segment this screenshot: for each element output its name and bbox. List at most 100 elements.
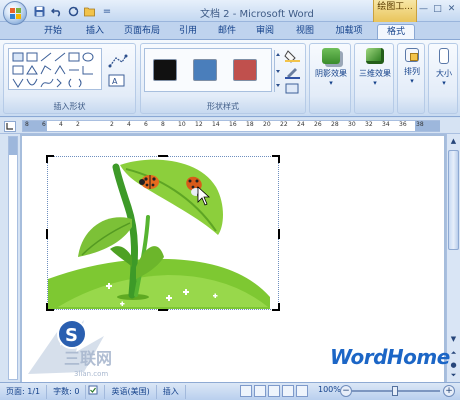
resize-handle-top-right[interactable] bbox=[272, 155, 280, 163]
ribbon: A 插入形状 形状样式 阴影效果 ▾ 三维效果 ▾ 排列 ▾ 大小 ▾ bbox=[0, 39, 460, 117]
scroll-up-icon[interactable]: ▲ bbox=[448, 136, 459, 148]
print-layout-icon[interactable] bbox=[240, 385, 252, 397]
tab-view[interactable]: 视图 bbox=[290, 24, 320, 39]
zoom-out-button[interactable]: − bbox=[340, 385, 352, 397]
shapes-gallery[interactable] bbox=[8, 48, 102, 90]
next-page-icon[interactable]: ⏷ bbox=[448, 370, 459, 382]
resize-handle-right[interactable] bbox=[278, 229, 280, 239]
status-language[interactable]: 英语(美国) bbox=[105, 384, 157, 399]
shadow-dropdown-icon: ▾ bbox=[329, 79, 333, 87]
three-d-dropdown-icon: ▾ bbox=[373, 79, 377, 87]
edit-shape-icon[interactable] bbox=[108, 54, 128, 68]
svg-text:三联网: 三联网 bbox=[64, 349, 112, 368]
ruler-tick-label: 8 bbox=[161, 121, 165, 128]
outline-icon[interactable] bbox=[282, 385, 294, 397]
open-icon[interactable] bbox=[83, 4, 97, 18]
resize-handle-bottom[interactable] bbox=[158, 309, 168, 311]
ruler-tick-label: 36 bbox=[399, 121, 407, 128]
ruler-tick-label: 2 bbox=[110, 121, 114, 128]
tab-review[interactable]: 审阅 bbox=[250, 24, 280, 39]
size-icon bbox=[439, 48, 449, 64]
office-logo-icon bbox=[10, 8, 21, 19]
view-buttons bbox=[240, 385, 308, 397]
dropdown-icon[interactable]: = bbox=[100, 4, 114, 18]
vertical-ruler[interactable] bbox=[0, 134, 20, 382]
style-swatch-blue[interactable] bbox=[193, 59, 217, 81]
resize-handle-top-left[interactable] bbox=[46, 155, 54, 163]
zoom-slider-knob[interactable] bbox=[392, 386, 398, 396]
status-words[interactable]: 字数: 0 bbox=[47, 384, 87, 399]
tab-insert[interactable]: 插入 bbox=[80, 24, 110, 39]
office-button[interactable] bbox=[3, 1, 27, 25]
ruler-tick-label: 6 bbox=[42, 121, 46, 128]
change-shape-icon[interactable] bbox=[284, 82, 302, 96]
close-button[interactable]: ✕ bbox=[445, 2, 458, 15]
full-screen-reading-icon[interactable] bbox=[254, 385, 266, 397]
tab-addins[interactable]: 加载项 bbox=[330, 24, 368, 39]
size-dropdown-icon: ▾ bbox=[442, 79, 446, 87]
zoom-in-button[interactable]: + bbox=[443, 385, 455, 397]
shape-style-gallery[interactable] bbox=[144, 48, 272, 92]
window-title: 文档 2 - Microsoft Word bbox=[200, 9, 314, 20]
gallery-scroll[interactable] bbox=[274, 50, 280, 92]
selected-image[interactable] bbox=[46, 155, 280, 311]
arrange-group[interactable]: 排列 ▾ bbox=[397, 43, 425, 114]
fill-bucket-icon[interactable] bbox=[284, 49, 302, 63]
status-page[interactable]: 页面: 1/1 bbox=[0, 384, 48, 399]
ruler-tick-label: 6 bbox=[144, 121, 148, 128]
outline-pen-icon[interactable] bbox=[284, 66, 302, 80]
tab-mailings[interactable]: 邮件 bbox=[212, 24, 242, 39]
text-box-icon[interactable]: A bbox=[108, 74, 126, 88]
draft-icon[interactable] bbox=[296, 385, 308, 397]
three-d-effects-label: 三维效果 bbox=[359, 69, 391, 78]
minimize-button[interactable]: — bbox=[417, 2, 430, 15]
arrange-label: 排列 bbox=[404, 67, 420, 76]
ruler-tick-label: 38 bbox=[416, 121, 424, 128]
size-label: 大小 bbox=[436, 69, 452, 78]
three-d-effects-group[interactable]: 三维效果 ▾ bbox=[354, 43, 394, 114]
size-group[interactable]: 大小 ▾ bbox=[428, 43, 458, 114]
arrange-icon bbox=[405, 48, 419, 62]
tab-selector-icon[interactable] bbox=[4, 121, 16, 132]
svg-text:A: A bbox=[112, 77, 118, 86]
svg-text:S: S bbox=[65, 325, 78, 346]
save-icon[interactable] bbox=[32, 4, 46, 18]
shadow-effects-label: 阴影效果 bbox=[315, 69, 347, 78]
scroll-thumb[interactable] bbox=[448, 150, 459, 250]
title-bar: = 文档 2 - Microsoft Word 绘图工... — □ ✕ bbox=[0, 0, 460, 25]
shadow-effects-group[interactable]: 阴影效果 ▾ bbox=[309, 43, 351, 114]
plant-clipart bbox=[48, 159, 270, 309]
ruler-tick-label: 26 bbox=[314, 121, 322, 128]
ruler-tick-label: 32 bbox=[365, 121, 373, 128]
tab-format[interactable]: 格式 bbox=[377, 24, 415, 39]
svg-text:3lian.com: 3lian.com bbox=[74, 370, 108, 378]
undo-icon[interactable] bbox=[49, 4, 63, 18]
tab-references[interactable]: 引用 bbox=[173, 24, 203, 39]
ruler-tick-label: 2 bbox=[76, 121, 80, 128]
tab-home[interactable]: 开始 bbox=[38, 24, 68, 39]
resize-handle-top[interactable] bbox=[158, 155, 168, 157]
style-swatch-black[interactable] bbox=[153, 59, 177, 81]
style-swatch-red[interactable] bbox=[233, 59, 257, 81]
resize-handle-bottom-left[interactable] bbox=[46, 303, 54, 311]
resize-handle-left[interactable] bbox=[46, 229, 48, 239]
ruler-tick-label: 10 bbox=[178, 121, 186, 128]
ruler-tick-label: 18 bbox=[246, 121, 254, 128]
ruler-tick-label: 14 bbox=[212, 121, 220, 128]
zoom-slider[interactable] bbox=[352, 386, 440, 396]
redo-icon[interactable] bbox=[66, 4, 80, 18]
status-mode[interactable]: 插入 bbox=[157, 384, 186, 399]
three-d-icon bbox=[366, 48, 384, 64]
horizontal-ruler[interactable]: 8 6 4 2 2 4 6 8 10 12 14 16 18 20 22 24 26 28 30 32 34 36 38 bbox=[22, 120, 440, 132]
zoom-level[interactable]: 100% bbox=[318, 385, 341, 394]
tab-page-layout[interactable]: 页面布局 bbox=[118, 24, 166, 39]
resize-handle-bottom-right[interactable] bbox=[272, 303, 280, 311]
three-d-effects-button: 三维效果 ▾ bbox=[356, 48, 394, 87]
web-layout-icon[interactable] bbox=[268, 385, 280, 397]
maximize-button[interactable]: □ bbox=[431, 2, 444, 15]
context-tab-header: 绘图工... bbox=[373, 0, 417, 22]
shape-styles-label: 形状样式 bbox=[207, 102, 239, 111]
horizontal-ruler-bar: 8 6 4 2 2 4 6 8 10 12 14 16 18 20 22 24 26 28 30 32 34 36 38 bbox=[0, 118, 460, 134]
quick-access-toolbar: = bbox=[32, 4, 114, 18]
proofing-icon[interactable] bbox=[86, 384, 106, 399]
